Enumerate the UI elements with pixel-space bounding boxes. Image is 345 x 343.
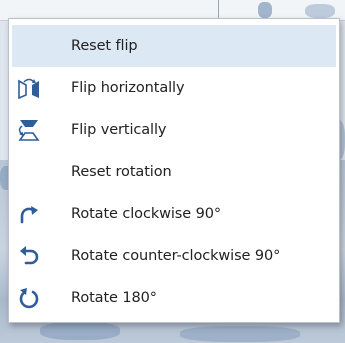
rotate-180-icon <box>18 287 40 309</box>
rotate-counter-clockwise-icon <box>18 245 40 267</box>
menu-item-rotate-clockwise-90[interactable]: Rotate clockwise 90° <box>12 193 336 235</box>
background-shape <box>180 326 300 342</box>
menu-item-reset-rotation[interactable]: Reset rotation <box>12 151 336 193</box>
menu-item-label: Rotate clockwise 90° <box>71 206 221 222</box>
menu-item-label: Flip horizontally <box>71 80 185 96</box>
menu-item-flip-vertically[interactable]: Flip vertically <box>12 109 336 151</box>
menu-item-label: Flip vertically <box>71 122 167 138</box>
menu-item-label: Rotate 180° <box>71 290 157 306</box>
menu-item-label: Rotate counter-clockwise 90° <box>71 248 281 264</box>
flip-horizontal-icon <box>18 77 40 99</box>
menu-item-label: Reset flip <box>71 38 138 54</box>
menu-item-flip-horizontally[interactable]: Flip horizontally <box>12 67 336 109</box>
context-menu: Reset flip Flip horizontally Flip vertic… <box>8 18 340 323</box>
menu-item-rotate-180[interactable]: Rotate 180° <box>12 277 336 319</box>
menu-item-reset-flip[interactable]: Reset flip <box>12 25 336 67</box>
flip-vertical-icon <box>18 119 40 141</box>
background-shape <box>305 4 335 18</box>
menu-item-label: Reset rotation <box>71 164 172 180</box>
menu-item-rotate-counter-clockwise-90[interactable]: Rotate counter-clockwise 90° <box>12 235 336 277</box>
background-shape <box>258 2 272 18</box>
background-divider <box>218 0 219 20</box>
background-shape <box>40 322 120 340</box>
rotate-clockwise-icon <box>18 203 40 225</box>
